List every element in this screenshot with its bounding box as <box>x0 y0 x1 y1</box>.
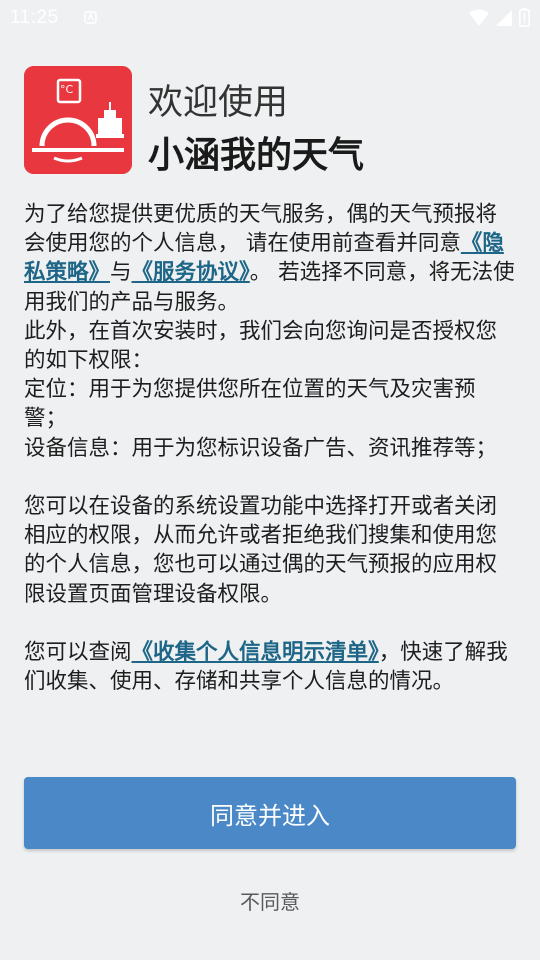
collect-info-list-link[interactable]: 《收集个人信息明示清单》 <box>132 640 379 665</box>
paragraph-collect: 您可以查阅《收集个人信息明示清单》，快速了解我们收集、使用、存储和共享个人信息的… <box>24 638 516 696</box>
paragraph-permissions: 此外，在首次安装时，我们会向您询问是否授权您的如下权限： <box>24 318 498 374</box>
logo-text: °C <box>60 83 74 96</box>
notification-icon <box>84 11 97 24</box>
app-name: 小涵我的天气 <box>148 135 365 176</box>
signal-icon <box>496 9 512 26</box>
and-text: 与 <box>110 260 132 286</box>
status-time: 11:25 <box>10 7 59 28</box>
welcome-title: 欢迎使用 <box>148 83 289 123</box>
paragraph-intro: 为了给您提供更优质的天气服务，偶的天气预报将会使用您的个人信息， 请在使用前查看… <box>24 200 516 317</box>
disagree-button[interactable]: 不同意 <box>210 880 330 920</box>
paragraph-device: 设备信息：用于为您标识设备广告、资讯推荐等； <box>24 435 498 461</box>
intro-text: 为了给您提供更优质的天气服务，偶的天气预报将会使用您的个人信息， 请在使用前查看… <box>24 202 498 257</box>
agree-and-enter-button[interactable]: 同意并进入 <box>24 777 516 849</box>
status-bar: 11:25 <box>0 0 540 36</box>
status-icons <box>469 8 530 27</box>
privacy-notice: 为了给您提供更优质的天气服务，偶的天气预报将会使用您的个人信息， 请在使用前查看… <box>24 200 516 696</box>
wifi-icon <box>469 9 489 26</box>
paragraph-location: 定位：用于为您提供您所在位置的天气及灾害预警； <box>24 377 476 432</box>
service-agreement-link[interactable]: 《服务协议》 <box>132 260 250 285</box>
weather-app-logo-icon: °C <box>24 66 132 174</box>
collect-text: 您可以查阅 <box>24 640 132 666</box>
battery-icon <box>519 8 530 27</box>
paragraph-settings: 您可以在设备的系统设置功能中选择打开或者关闭相应的权限，从而允许或者拒绝我们搜集… <box>24 494 498 607</box>
